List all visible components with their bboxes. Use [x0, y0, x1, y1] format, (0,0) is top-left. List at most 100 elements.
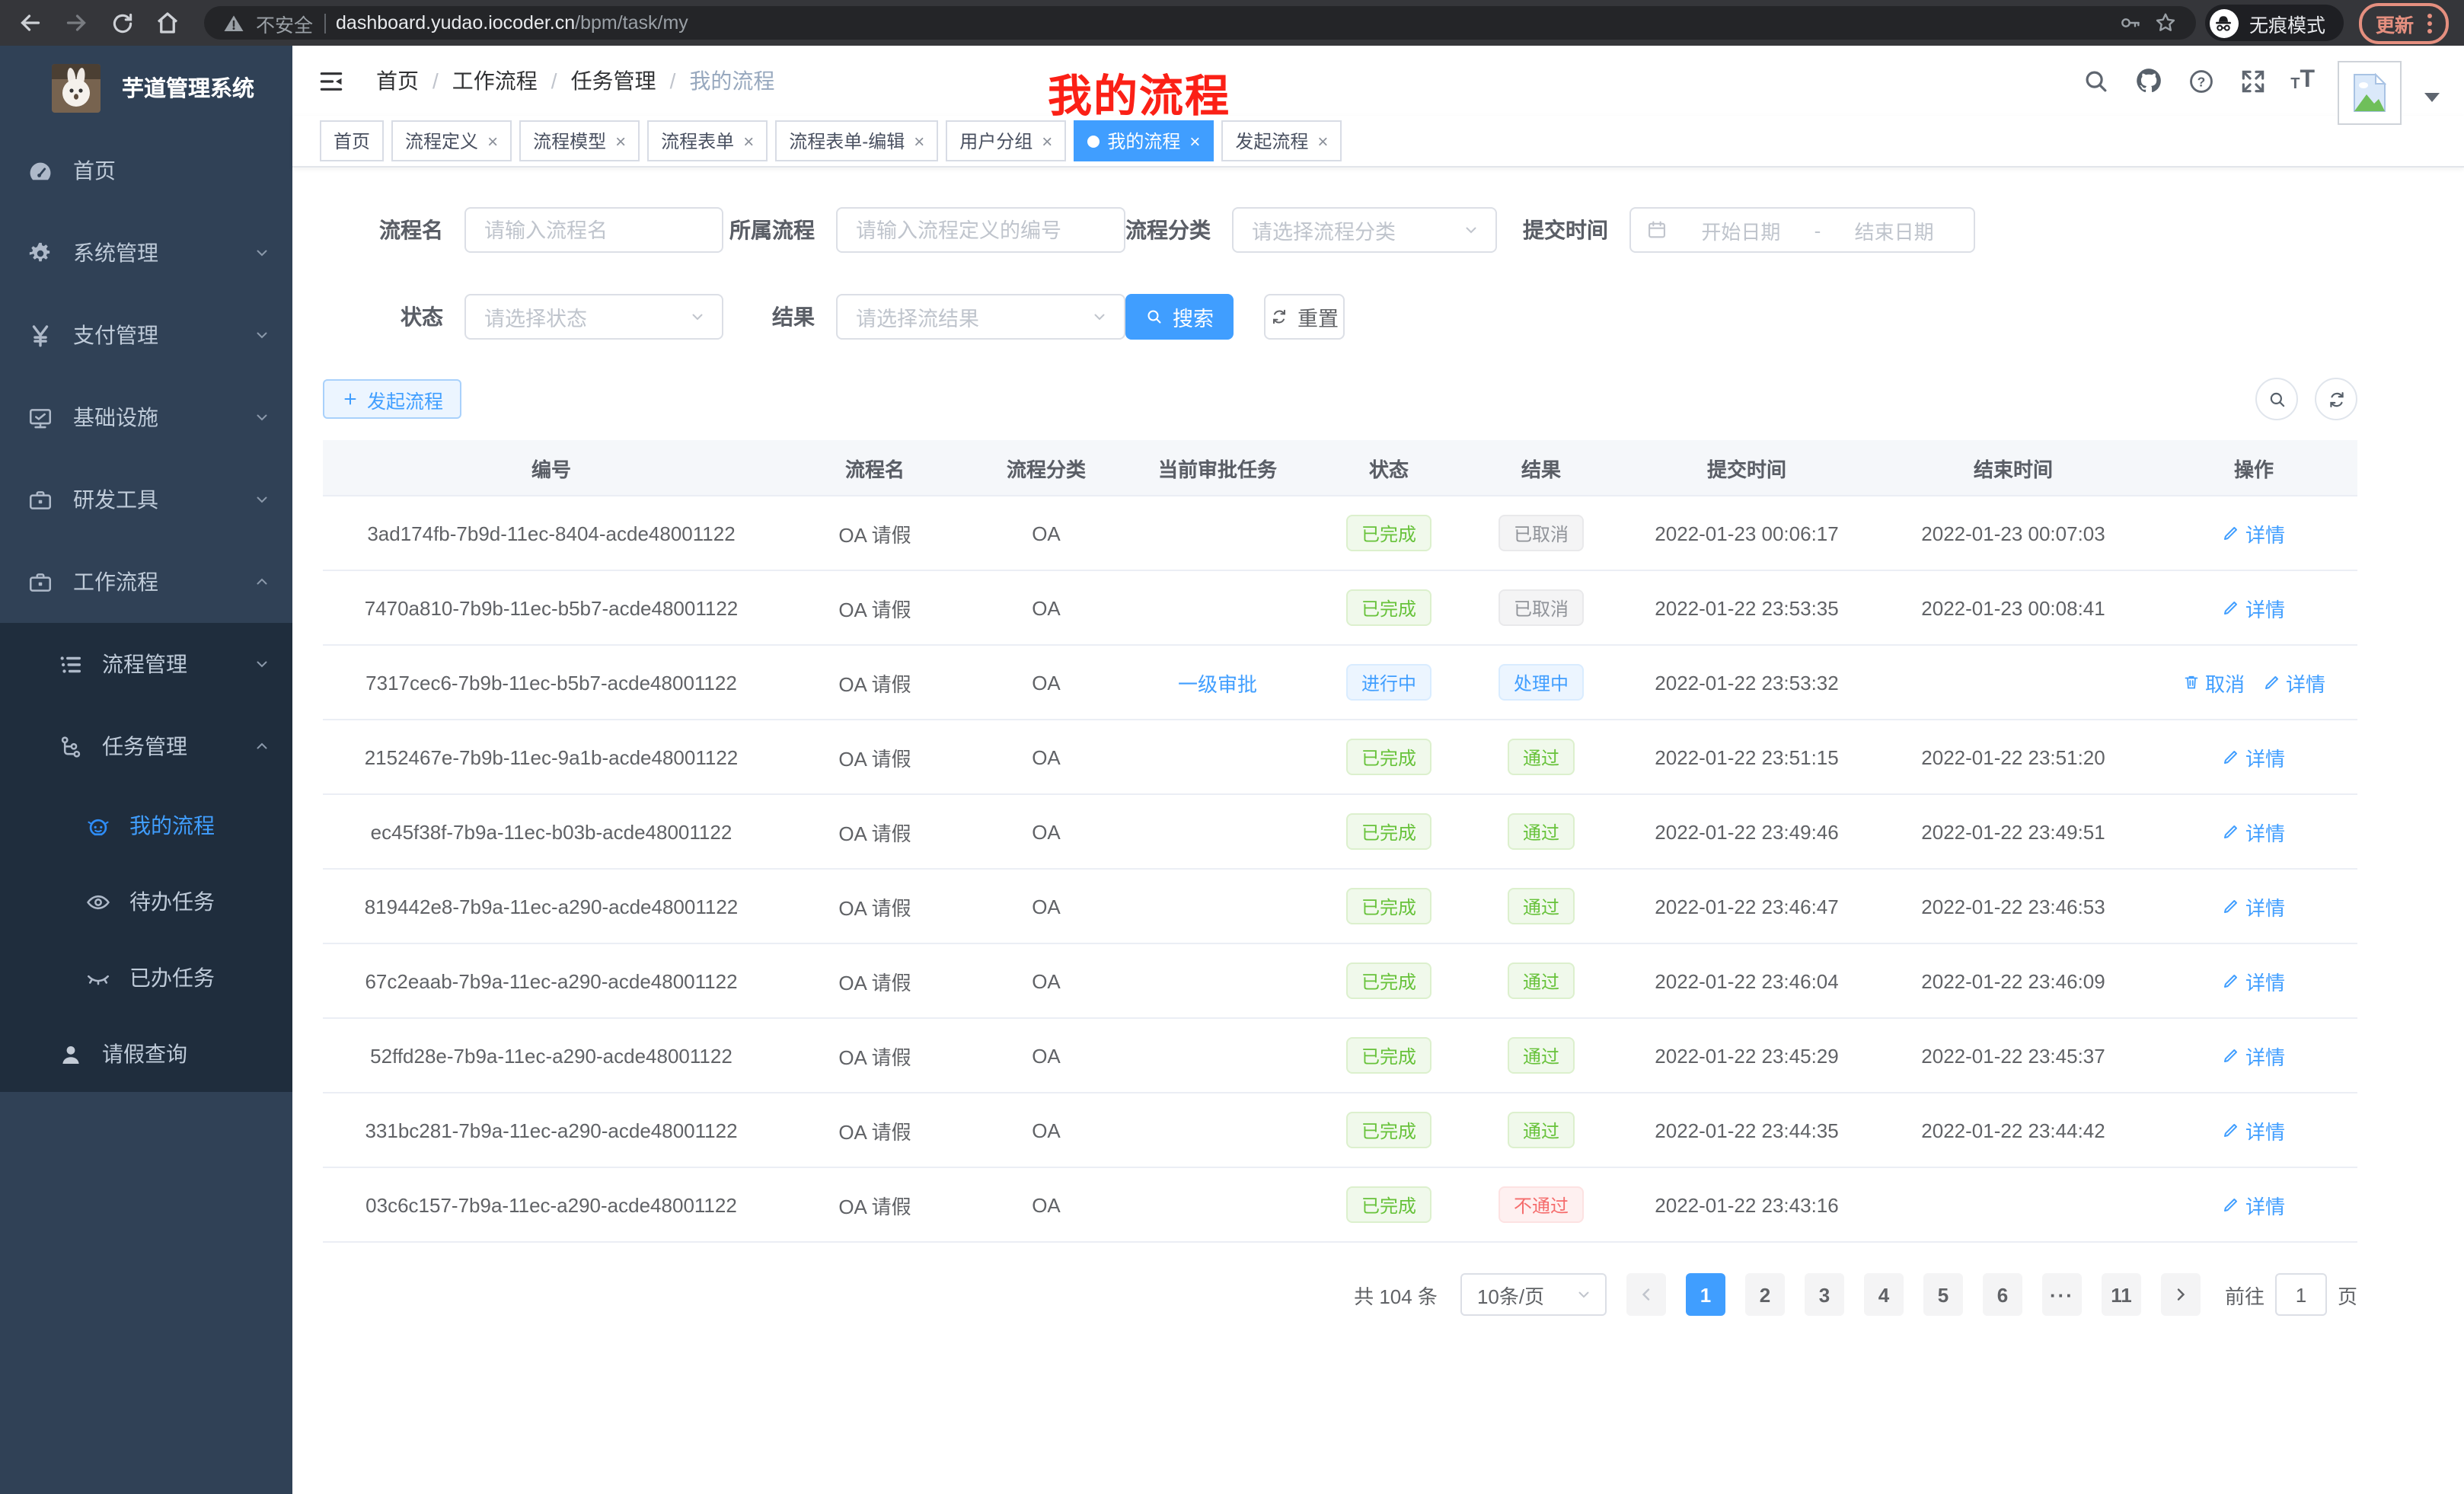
status-badge: 已完成 [1346, 1037, 1431, 1074]
sidebar-item-todo-tasks[interactable]: 待办任务 [0, 864, 292, 940]
sidebar-item-system[interactable]: 系统管理 [0, 212, 292, 294]
browser-home-button[interactable] [152, 8, 183, 38]
search-button[interactable]: 搜索 [1125, 294, 1234, 340]
close-icon[interactable]: × [1189, 132, 1200, 150]
sidebar-item-home[interactable]: 首页 [0, 129, 292, 212]
incognito-label: 无痕模式 [2249, 8, 2325, 37]
detail-button[interactable]: 详情 [2223, 1116, 2285, 1144]
detail-button[interactable]: 详情 [2223, 817, 2285, 846]
cell-category: OA [970, 794, 1122, 869]
detail-button[interactable]: 详情 [2223, 892, 2285, 921]
tab-home[interactable]: 首页 [320, 120, 384, 161]
close-icon[interactable]: × [743, 132, 754, 150]
col-id: 编号 [323, 440, 780, 496]
chevron-left-icon [1637, 1285, 1655, 1304]
reset-button[interactable]: 重置 [1264, 294, 1345, 340]
tab-process-model[interactable]: 流程模型× [519, 120, 640, 161]
sidebar-item-process-mgmt[interactable]: 流程管理 [0, 623, 292, 705]
detail-button[interactable]: 详情 [2223, 1041, 2285, 1070]
result-badge: 已取消 [1499, 589, 1584, 626]
avatar-dropdown-caret[interactable] [2424, 93, 2440, 102]
chevron-down-icon [1575, 1285, 1593, 1304]
browser-back-button[interactable] [15, 8, 46, 38]
sidebar-item-my-process[interactable]: 我的流程 [0, 787, 292, 864]
detail-button[interactable]: 详情 [2263, 668, 2325, 697]
page-button-5[interactable]: 5 [1923, 1273, 1963, 1316]
tab-start-process[interactable]: 发起流程× [1221, 120, 1342, 161]
github-link[interactable] [2134, 65, 2164, 96]
tab-process-form-edit[interactable]: 流程表单-编辑× [775, 120, 938, 161]
page-size-select[interactable]: 10条/页 [1460, 1273, 1607, 1316]
cell-submit-time: 2022-01-22 23:46:47 [1617, 869, 1876, 943]
bookmark-star-icon[interactable] [2153, 11, 2178, 35]
sidebar-logo[interactable]: 芋道管理系统 [0, 46, 292, 129]
start-process-button[interactable]: 发起流程 [323, 379, 461, 419]
process-name-input[interactable] [464, 207, 723, 253]
page-button-2[interactable]: 2 [1745, 1273, 1785, 1316]
prev-page-button[interactable] [1626, 1273, 1666, 1316]
breadcrumb-workflow[interactable]: 工作流程 [452, 65, 538, 96]
page-button-1[interactable]: 1 [1686, 1273, 1725, 1316]
cancel-button[interactable]: 取消 [2182, 668, 2245, 697]
breadcrumb-task-mgmt[interactable]: 任务管理 [571, 65, 656, 96]
page-button-3[interactable]: 3 [1805, 1273, 1844, 1316]
password-key-icon[interactable] [2118, 11, 2143, 35]
close-icon[interactable]: × [487, 132, 498, 150]
page-button-6[interactable]: 6 [1983, 1273, 2022, 1316]
close-icon[interactable]: × [914, 132, 924, 150]
sidebar-item-workflow[interactable]: 工作流程 [0, 541, 292, 623]
page-button-4[interactable]: 4 [1864, 1273, 1904, 1316]
tab-process-form[interactable]: 流程表单× [647, 120, 768, 161]
cell-task [1122, 496, 1313, 570]
edit-icon [2223, 1121, 2241, 1139]
tab-my-process[interactable]: 我的流程× [1074, 120, 1214, 161]
category-select[interactable]: 请选择流程分类 [1232, 207, 1497, 253]
sidebar-item-devtools[interactable]: 研发工具 [0, 458, 292, 541]
cell-end-time: 2022-01-23 00:07:03 [1876, 496, 2150, 570]
next-page-button[interactable] [2161, 1273, 2201, 1316]
table-search-toggle-button[interactable] [2255, 378, 2298, 420]
close-icon[interactable]: × [615, 132, 626, 150]
sidebar-item-done-tasks[interactable]: 已办任务 [0, 940, 292, 1016]
submit-time-range-picker[interactable]: 开始日期 - 结束日期 [1629, 207, 1975, 253]
sidebar-collapse-icon[interactable] [317, 66, 346, 95]
sidebar-item-leave-query[interactable]: 请假查询 [0, 1016, 292, 1092]
tab-process-definition[interactable]: 流程定义× [391, 120, 512, 161]
browser-menu-icon[interactable] [2427, 13, 2432, 33]
detail-button[interactable]: 详情 [2223, 966, 2285, 995]
close-icon[interactable]: × [1042, 132, 1052, 150]
list-tree-icon [58, 651, 84, 677]
help-button[interactable]: ? [2187, 66, 2216, 95]
detail-button[interactable]: 详情 [2223, 593, 2285, 622]
process-definition-input[interactable] [836, 207, 1125, 253]
font-size-button[interactable]: TT [2290, 69, 2315, 93]
sidebar-item-infra[interactable]: 基础设施 [0, 376, 292, 458]
detail-button[interactable]: 详情 [2223, 519, 2285, 547]
detail-button[interactable]: 详情 [2223, 742, 2285, 771]
current-task-link[interactable]: 一级审批 [1178, 672, 1257, 695]
result-select[interactable]: 请选择流结果 [836, 294, 1125, 340]
end-date-placeholder: 结束日期 [1830, 215, 1958, 244]
page-button-11[interactable]: 11 [2102, 1273, 2141, 1316]
page-header: 首页 / 工作流程 / 任务管理 / 我的流程 我的流程 ? TT [292, 46, 2464, 116]
close-icon[interactable]: × [1317, 132, 1328, 150]
browser-update-button[interactable]: 更新 [2359, 2, 2449, 43]
tab-user-group[interactable]: 用户分组× [946, 120, 1066, 161]
browser-reload-button[interactable] [107, 8, 137, 38]
breadcrumb-home[interactable]: 首页 [376, 65, 419, 96]
sidebar-item-task-mgmt[interactable]: 任务管理 [0, 705, 292, 787]
user-avatar[interactable] [2338, 61, 2402, 125]
more-pages-button[interactable]: ··· [2042, 1273, 2082, 1316]
table-refresh-button[interactable] [2315, 378, 2357, 420]
status-select[interactable]: 请选择状态 [464, 294, 723, 340]
cell-category: OA [970, 570, 1122, 645]
fullscreen-button[interactable] [2239, 66, 2268, 95]
detail-button[interactable]: 详情 [2223, 1190, 2285, 1219]
address-bar[interactable]: 不安全 dashboard.yudao.iocoder.cn/bpm/task/… [204, 6, 2196, 40]
browser-forward-button[interactable] [61, 8, 91, 38]
table-row: 7317cec6-7b9b-11ec-b5b7-acde48001122 OA … [323, 645, 2357, 720]
goto-page-input[interactable] [2275, 1273, 2327, 1316]
sidebar-item-payment[interactable]: 支付管理 [0, 294, 292, 376]
header-search-button[interactable] [2082, 66, 2111, 95]
table-toolbar: 发起流程 [323, 378, 2357, 420]
